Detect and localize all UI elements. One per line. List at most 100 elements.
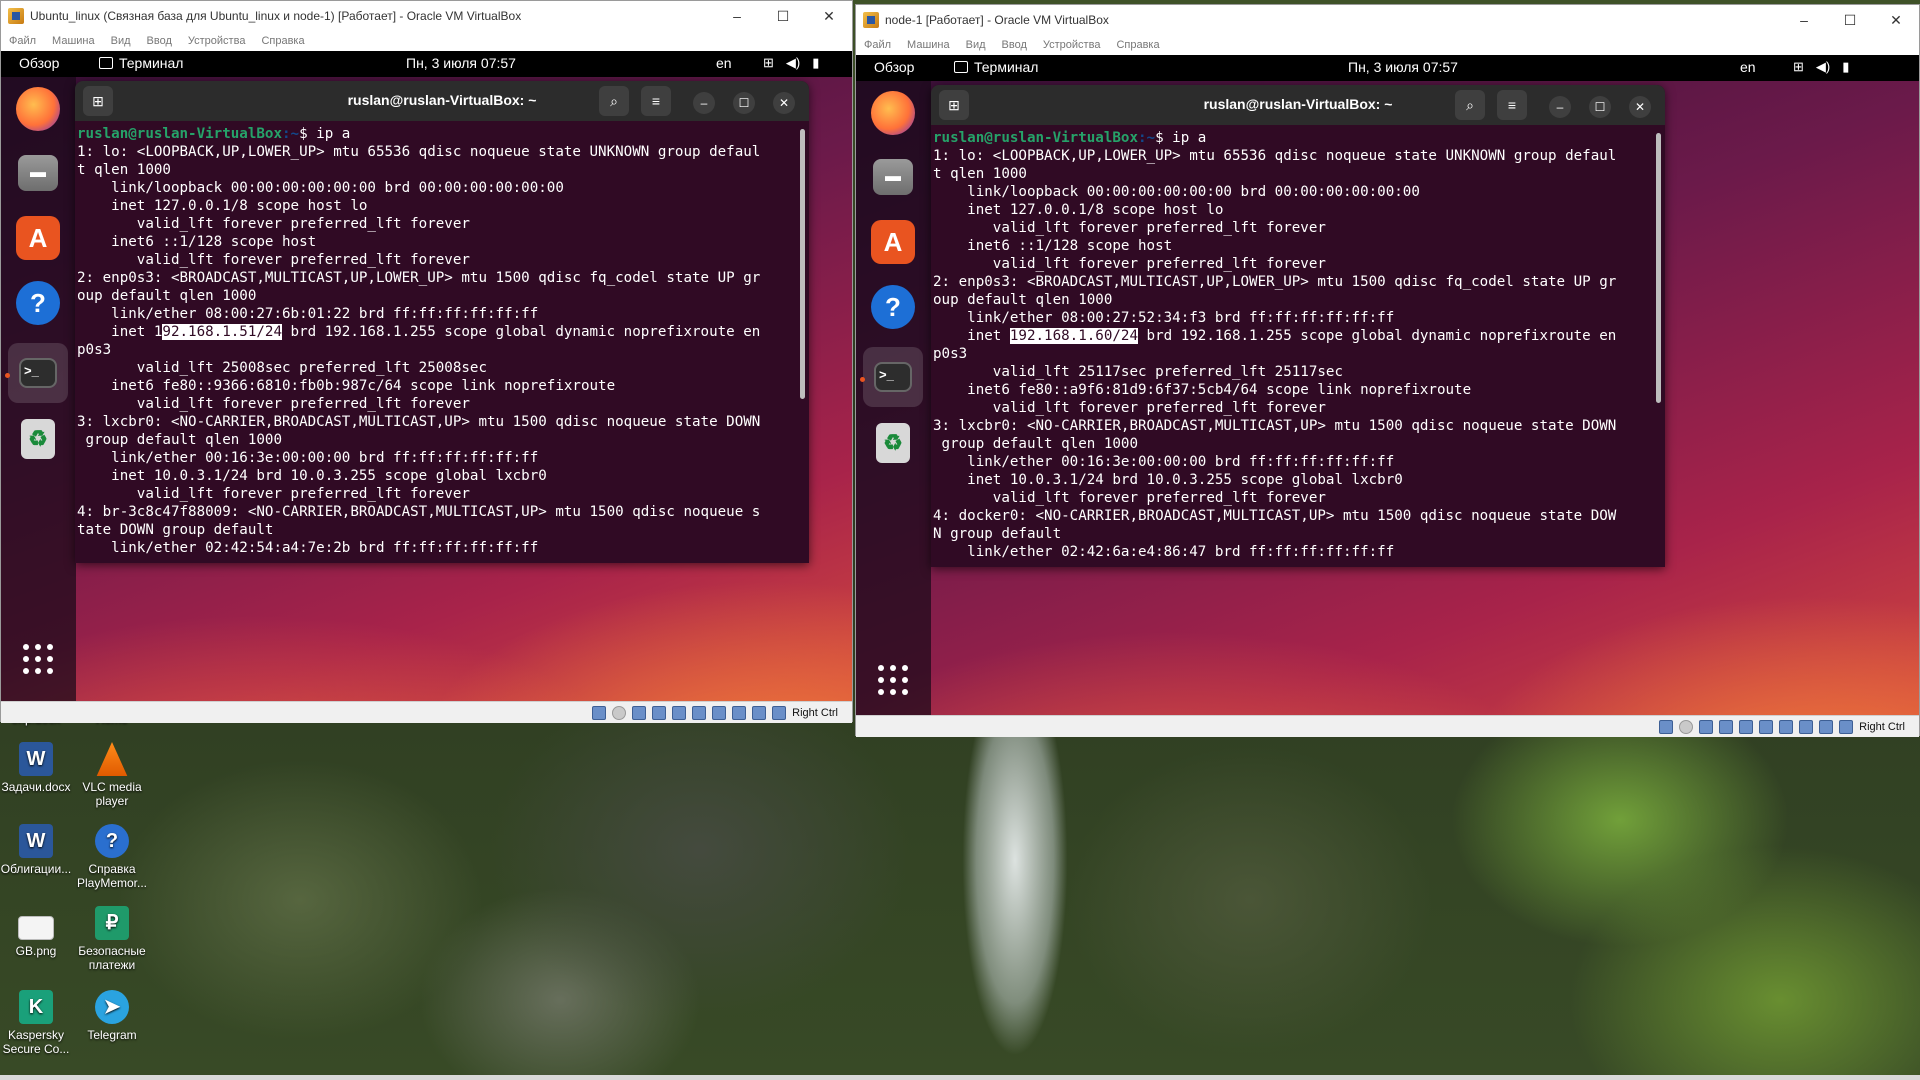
- terminal-headerbar[interactable]: ⊞ ruslan@ruslan-VirtualBox: ~ ⌕ ≡ – ☐ ✕: [75, 81, 809, 121]
- maximize-button[interactable]: ☐: [760, 1, 806, 31]
- menu-devices[interactable]: Устройства: [1043, 39, 1101, 51]
- search-icon[interactable]: ⌕: [599, 86, 629, 116]
- window-titlebar[interactable]: node-1 [Работает] - Oracle VM VirtualBox…: [856, 5, 1919, 35]
- terminal-headerbar[interactable]: ⊞ ruslan@ruslan-VirtualBox: ~ ⌕ ≡ – ☐ ✕: [931, 85, 1665, 125]
- window-titlebar[interactable]: Ubuntu_linux (Связная база для Ubuntu_li…: [1, 1, 852, 31]
- system-tray[interactable]: ⊞ ◀) ▮: [1781, 59, 1849, 75]
- app-menu-terminal[interactable]: Терминал: [99, 55, 183, 71]
- vlc-icon: [96, 742, 128, 776]
- terminal-close-button[interactable]: ✕: [1629, 96, 1651, 118]
- dock-help[interactable]: ?: [14, 279, 62, 327]
- app-menu-terminal[interactable]: Терминал: [954, 59, 1038, 75]
- clock[interactable]: Пн, 3 июля 07:57: [406, 55, 516, 71]
- shared-folders-icon[interactable]: [692, 705, 707, 720]
- menu-file[interactable]: Файл: [9, 35, 36, 47]
- dock-files[interactable]: ▬: [14, 149, 62, 197]
- virtualbox-window-node-1[interactable]: node-1 [Работает] - Oracle VM VirtualBox…: [855, 4, 1920, 737]
- terminal-scrollbar[interactable]: [800, 129, 805, 399]
- terminal-output[interactable]: ruslan@ruslan-VirtualBox:~$ ip a 1: lo: …: [77, 125, 797, 563]
- app-menu-label: Терминал: [119, 55, 184, 71]
- desktop-icon-obligatsii[interactable]: W Облигации...: [0, 824, 78, 876]
- desktop-icon-playmemories-help[interactable]: ? Справка PlayMemor...: [70, 824, 154, 890]
- host-key-arrow-icon[interactable]: [772, 705, 787, 720]
- dock-terminal[interactable]: >_: [8, 343, 68, 403]
- close-button[interactable]: ✕: [806, 1, 852, 31]
- show-apps-icon[interactable]: [878, 665, 910, 697]
- optical-drive-icon[interactable]: [612, 705, 627, 720]
- usb-icon[interactable]: [1739, 719, 1754, 734]
- search-icon[interactable]: ⌕: [1455, 90, 1485, 120]
- firefox-icon: [871, 91, 915, 135]
- keyboard-layout[interactable]: en: [716, 55, 732, 71]
- menu-devices[interactable]: Устройства: [188, 35, 246, 47]
- desktop-icon-telegram[interactable]: ➤ Telegram: [70, 990, 154, 1042]
- virtualbox-window-ubuntu-linux[interactable]: Ubuntu_linux (Связная база для Ubuntu_li…: [0, 0, 853, 723]
- display-icon[interactable]: [712, 705, 727, 720]
- menu-help[interactable]: Справка: [261, 35, 304, 47]
- dock-trash[interactable]: ♻: [869, 419, 917, 467]
- terminal-scrollbar[interactable]: [1656, 133, 1661, 403]
- display-icon[interactable]: [1779, 719, 1794, 734]
- usb-icon[interactable]: [672, 705, 687, 720]
- desktop-icon-vlc[interactable]: VLC media player: [70, 742, 154, 808]
- activities-button[interactable]: Обзор: [874, 59, 914, 75]
- recording-icon[interactable]: [1799, 719, 1814, 734]
- optical-drive-icon[interactable]: [1679, 719, 1694, 734]
- dock-files[interactable]: ▬: [869, 153, 917, 201]
- menu-input[interactable]: Ввод: [147, 35, 172, 47]
- maximize-button[interactable]: ☐: [1827, 5, 1873, 35]
- desktop-icon-zadachi-docx[interactable]: W Задачи.docx: [0, 742, 78, 794]
- clock[interactable]: Пн, 3 июля 07:57: [1348, 59, 1458, 75]
- virtualbox-logo-icon: [8, 8, 24, 24]
- terminal-minimize-button[interactable]: –: [693, 92, 715, 114]
- hard-disk-icon[interactable]: [1659, 719, 1674, 734]
- menu-file[interactable]: Файл: [864, 39, 891, 51]
- desktop-icon-label: VLC media player: [82, 780, 142, 808]
- network-icon[interactable]: [652, 705, 667, 720]
- hard-disk-icon[interactable]: [592, 705, 607, 720]
- dock-software[interactable]: A: [14, 214, 62, 262]
- activities-button[interactable]: Обзор: [19, 55, 59, 71]
- menu-machine[interactable]: Машина: [52, 35, 95, 47]
- dock-firefox[interactable]: [14, 85, 62, 133]
- terminal-window[interactable]: ⊞ ruslan@ruslan-VirtualBox: ~ ⌕ ≡ – ☐ ✕ …: [931, 85, 1665, 567]
- system-tray[interactable]: ⊞ ◀) ▮: [751, 55, 819, 71]
- recording-icon[interactable]: [732, 705, 747, 720]
- terminal-output[interactable]: ruslan@ruslan-VirtualBox:~$ ip a 1: lo: …: [933, 129, 1653, 567]
- audio-icon[interactable]: [632, 705, 647, 720]
- minimize-button[interactable]: –: [714, 1, 760, 31]
- terminal-maximize-button[interactable]: ☐: [733, 92, 755, 114]
- host-key-arrow-icon[interactable]: [1839, 719, 1854, 734]
- audio-icon[interactable]: [1699, 719, 1714, 734]
- inet-suffix: brd 192.168.1.255 scope global dynamic n…: [1138, 328, 1617, 344]
- terminal-minimize-button[interactable]: –: [1549, 96, 1571, 118]
- close-button[interactable]: ✕: [1873, 5, 1919, 35]
- menu-help[interactable]: Справка: [1116, 39, 1159, 51]
- cpu-icon[interactable]: [752, 705, 767, 720]
- menu-view[interactable]: Вид: [966, 39, 986, 51]
- shared-folders-icon[interactable]: [1759, 719, 1774, 734]
- hamburger-menu-icon[interactable]: ≡: [641, 86, 671, 116]
- dock-software[interactable]: A: [869, 218, 917, 266]
- minimize-button[interactable]: –: [1781, 5, 1827, 35]
- keyboard-layout[interactable]: en: [1740, 59, 1756, 75]
- desktop-icon-gb-png[interactable]: GB.png: [0, 906, 78, 958]
- network-icon[interactable]: [1719, 719, 1734, 734]
- terminal-close-button[interactable]: ✕: [773, 92, 795, 114]
- dock-trash[interactable]: ♻: [14, 415, 62, 463]
- desktop-icon-safe-money[interactable]: ₽ Безопасные платежи: [70, 906, 154, 972]
- show-apps-icon[interactable]: [23, 644, 55, 676]
- menu-view[interactable]: Вид: [111, 35, 131, 47]
- guest-screen[interactable]: Обзор Терминал Пн, 3 июля 07:57 en ⊞ ◀) …: [856, 55, 1919, 715]
- guest-screen[interactable]: Обзор Терминал Пн, 3 июля 07:57 en ⊞ ◀) …: [1, 51, 852, 701]
- hamburger-menu-icon[interactable]: ≡: [1497, 90, 1527, 120]
- dock-help[interactable]: ?: [869, 283, 917, 331]
- dock-terminal[interactable]: >_: [863, 347, 923, 407]
- menu-machine[interactable]: Машина: [907, 39, 950, 51]
- terminal-maximize-button[interactable]: ☐: [1589, 96, 1611, 118]
- desktop-icon-kaspersky[interactable]: K Kaspersky Secure Co...: [0, 990, 78, 1056]
- menu-input[interactable]: Ввод: [1002, 39, 1027, 51]
- terminal-window[interactable]: ⊞ ruslan@ruslan-VirtualBox: ~ ⌕ ≡ – ☐ ✕ …: [75, 81, 809, 563]
- dock-firefox[interactable]: [869, 89, 917, 137]
- cpu-icon[interactable]: [1819, 719, 1834, 734]
